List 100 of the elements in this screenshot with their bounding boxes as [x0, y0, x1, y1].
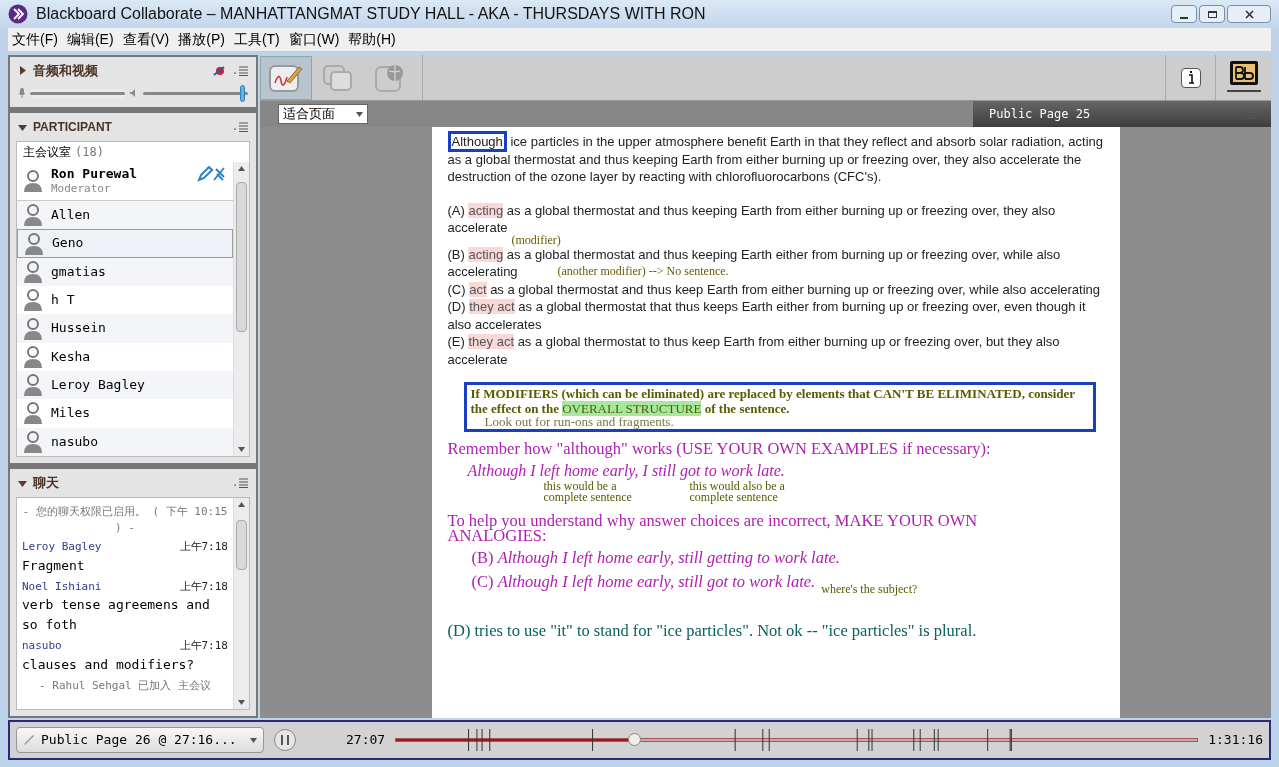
help-heading: To help you understand why answer choices are incorrect, MAKE YOUR OWN ANALOGIES: [447, 513, 979, 543]
scroll-down-icon [238, 700, 245, 705]
slider-thumb[interactable] [239, 84, 245, 102]
globe-window-icon [374, 62, 406, 93]
scrollbar[interactable] [233, 162, 249, 456]
speaker-slider[interactable] [143, 84, 248, 102]
app-logo-icon [8, 4, 28, 24]
participant-name: gmatias [51, 263, 106, 281]
current-time: 27:07 [346, 731, 386, 750]
panel-menu-icon[interactable] [234, 478, 248, 488]
expanded-caret-icon[interactable] [18, 122, 27, 132]
handwritten-note: where's the subject? [821, 580, 918, 598]
menu-item[interactable]: 编辑(E) [66, 29, 114, 50]
person-icon [23, 430, 43, 453]
total-time: 1:31:16 [1208, 731, 1263, 750]
menu-item[interactable]: 播放(P) [178, 29, 225, 50]
menu-item[interactable]: 帮助(H) [348, 29, 396, 50]
expanded-caret-icon[interactable] [18, 478, 27, 488]
participant-name: Leroy Bagley [51, 377, 145, 394]
participant-name: h T [51, 292, 75, 309]
chat-message: verb tense agreemens and so foth [22, 596, 211, 634]
recording-dropdown[interactable]: Public Page 26 @ 27:16... [16, 727, 264, 753]
minimize-button[interactable] [1171, 5, 1197, 23]
rule-text: If MODIFIERS (which can be eliminated) are replaced by elements that CAN'T BE ELIMINATED, consider the effect on the OVERALL STRUCTURE of the sentence. [470, 386, 1076, 416]
menu-item[interactable]: 查看(V) [122, 29, 170, 50]
question-text: Although ice particles in the upper atmosphere benefit Earth in that they reflect and absorb solar radiation, acting as a global thermostat and thus keeping Earth from either burning up or freezing over, they also accelerate the destruction of the ozone layer by reacting with chlorofluorocarbons (CFC's). [447, 133, 1112, 186]
person-icon [23, 289, 43, 312]
rule-note: Look out for run-ons and fragments. [483, 416, 675, 428]
close-button[interactable] [1227, 5, 1271, 23]
panel-title: 音频和视频 [33, 62, 98, 80]
scroll-thumb[interactable] [236, 182, 247, 332]
panel-menu-icon[interactable] [234, 65, 248, 76]
maximize-button[interactable] [1199, 5, 1225, 23]
panel-title: PARTICIPANT [33, 119, 112, 136]
zoom-dropdown[interactable]: 适合页面 [278, 104, 368, 124]
participant-name: Ron Purewal [51, 166, 138, 183]
scroll-up-icon [238, 166, 245, 171]
analogy-sentence: (B) Although I left home early, still getting to work late. [471, 549, 840, 567]
conclusion-text: (D) tries to use "it" to stand for "ice particles". Not ok -- "ice particles" is plural. [447, 622, 978, 640]
chat-sender: nasubo [22, 638, 62, 654]
participant-role: Moderator [51, 182, 112, 197]
participant-row[interactable]: nasubo [17, 427, 233, 456]
handwritten-note: this would be a complete sentence [543, 481, 632, 503]
person-icon [23, 402, 43, 425]
scrollbar[interactable] [233, 498, 249, 709]
answer-choice: (A) acting as a global thermostat and thus keeping Earth from either burning up or freezing over, they also accelerate [447, 201, 1057, 235]
menu-item[interactable]: 文件(F) [12, 29, 58, 50]
collapsed-caret-icon[interactable] [18, 66, 27, 76]
dropdown-caret-icon [250, 737, 257, 743]
panel-menu-icon[interactable] [234, 122, 248, 132]
chat-sender: Noel Ishiani [22, 578, 102, 595]
analogy-sentence: (C) Although I left home early, still got to work late. [471, 572, 816, 590]
window-title: Blackboard Collaborate – MANHATTANGMAT STUDY HALL - AKA - THURSDAYS WITH RON [36, 4, 706, 24]
example-sentence: Although I left home early, I still got to work late. [465, 461, 786, 479]
pencil-icon [23, 734, 35, 746]
participant-name: Geno [52, 235, 84, 252]
info-button[interactable] [1180, 67, 1201, 88]
participant-row[interactable]: Allen [17, 201, 233, 230]
remember-heading: Remember how "although" works (USE YOUR OWN EXAMPLES if necessary): [447, 440, 992, 458]
chat-sender: Leroy Bagley [22, 539, 102, 555]
room-name: 主会议室 [23, 144, 71, 161]
chat-time: 上午7:18 [179, 578, 228, 595]
participant-name: nasubo [51, 433, 98, 450]
close-icon [1244, 9, 1254, 19]
whiteboard-pencil-icon [269, 62, 303, 93]
chat-time: 上午7:18 [179, 638, 228, 654]
pencil-and-microphone-icon [197, 166, 227, 182]
timeline-track[interactable] [395, 729, 1199, 751]
chat-message: clauses and modifiers? [22, 655, 196, 674]
timeline-thumb[interactable] [627, 733, 641, 746]
person-icon [23, 374, 43, 397]
overlapping-windows-icon [322, 63, 354, 92]
system-message: - 您的聊天权限已启用。 ( 下午 10:15 ) - [22, 504, 228, 536]
menu-item[interactable]: 工具(T) [233, 29, 280, 50]
scroll-down-icon [238, 447, 245, 452]
answer-choice: (C) act as a global thermostat and thus keep Earth from either burning up or freezing over, while also accelerating [447, 280, 1102, 298]
play-pause-button[interactable] [274, 729, 296, 751]
person-icon [23, 317, 43, 340]
participant-row[interactable]: gmatias [17, 257, 233, 287]
person-icon [23, 345, 43, 368]
microphone-icon [18, 88, 26, 98]
menu-item[interactable]: 窗口(W) [288, 29, 340, 50]
page-title: Public Page 25 [989, 106, 1091, 123]
handwritten-note: this would also be a complete sentence [689, 481, 786, 503]
tool-button[interactable] [260, 55, 312, 100]
panel-title: 聊天 [33, 474, 59, 493]
scroll-up-icon [238, 502, 245, 507]
handwritten-note: (another modifier) --> No sentence. [557, 262, 729, 280]
participant-row[interactable]: Geno [17, 229, 233, 258]
person-icon [23, 260, 43, 283]
chat-message: Fragment [22, 556, 86, 575]
scroll-thumb[interactable] [236, 520, 247, 570]
info-icon [1187, 71, 1194, 84]
person-icon [24, 232, 44, 255]
person-icon [23, 170, 43, 193]
participant-row[interactable]: Leroy Bagley [17, 371, 233, 400]
participant-name: Miles [51, 405, 91, 422]
participant-name: Kesha [51, 348, 91, 365]
participant-row[interactable]: Hussein [17, 314, 233, 343]
participant-count: (18) [75, 144, 104, 161]
